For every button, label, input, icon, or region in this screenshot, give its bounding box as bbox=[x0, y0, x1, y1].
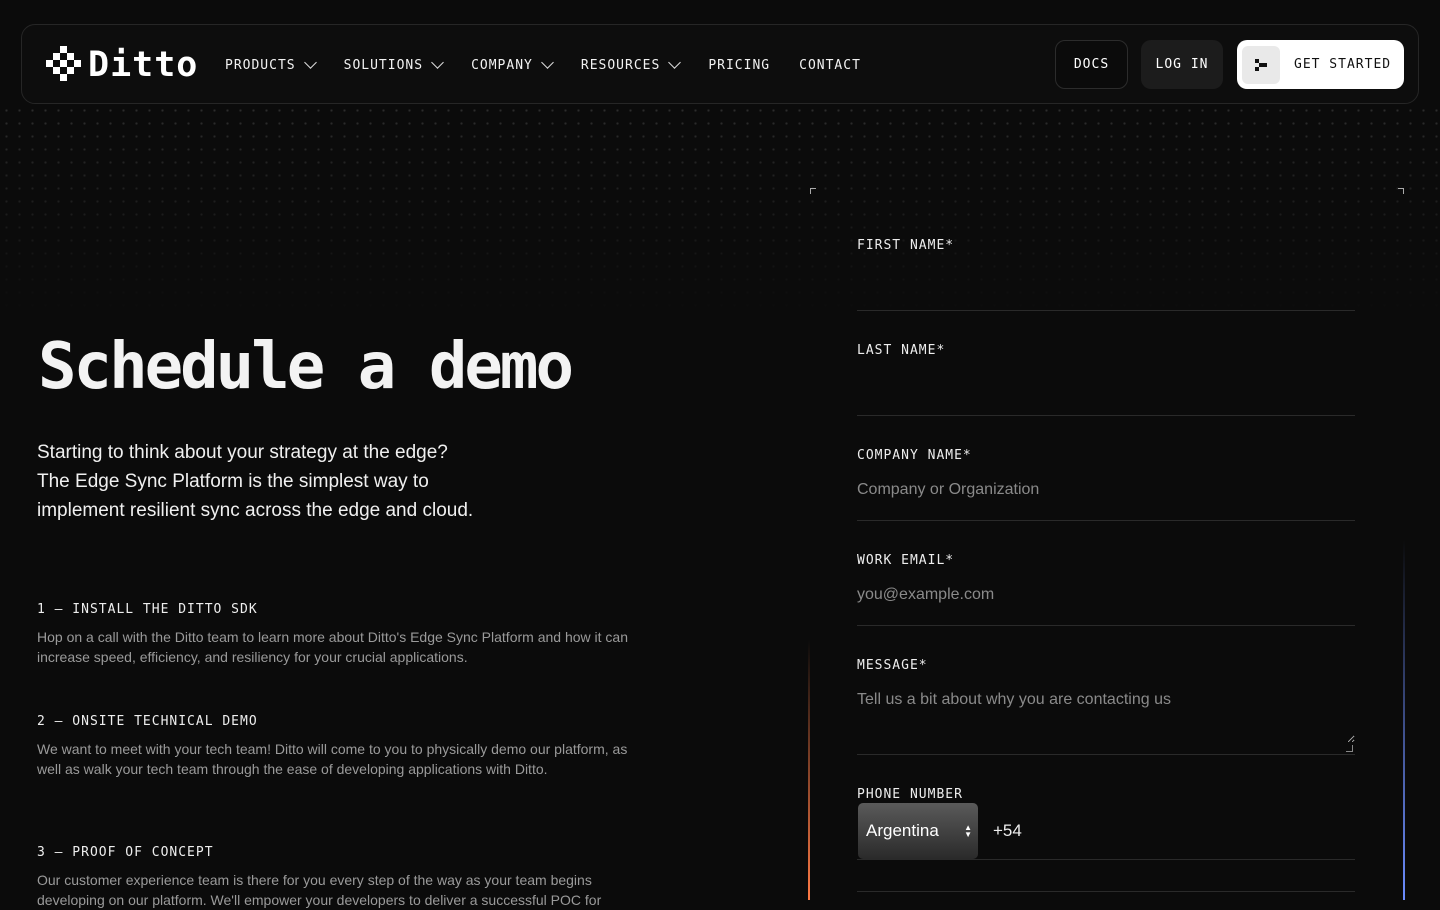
message-label: MESSAGE* bbox=[857, 658, 928, 673]
main-nav: PRODUCTS SOLUTIONS COMPANY RESOURCES PRI… bbox=[225, 25, 861, 105]
company-name-label: COMPANY NAME* bbox=[857, 448, 972, 463]
work-email-field: WORK EMAIL* bbox=[857, 553, 1355, 626]
nav-company[interactable]: COMPANY bbox=[471, 56, 554, 73]
step-1: 1 — INSTALL THE DITTO SDK Hop on a call … bbox=[37, 602, 637, 667]
page-title: Schedule a demo bbox=[38, 330, 574, 404]
last-name-field: LAST NAME* bbox=[857, 343, 1355, 416]
work-email-label: WORK EMAIL* bbox=[857, 553, 955, 568]
logo[interactable]: Ditto bbox=[46, 45, 198, 85]
nav-contact[interactable]: CONTACT bbox=[799, 58, 861, 73]
step-title: 2 — ONSITE TECHNICAL DEMO bbox=[37, 714, 258, 729]
get-started-button[interactable]: GET STARTED bbox=[1237, 40, 1404, 89]
message-field: MESSAGE* bbox=[857, 658, 1355, 755]
phone-input-row: Argentina ▲ ▼ +54 bbox=[857, 803, 1355, 860]
first-name-field: FIRST NAME* bbox=[857, 238, 1355, 311]
docs-button[interactable]: DOCS bbox=[1055, 40, 1128, 89]
nav-products[interactable]: PRODUCTS bbox=[225, 56, 317, 73]
dial-code[interactable]: +54 bbox=[993, 821, 1022, 841]
step-2: 2 — ONSITE TECHNICAL DEMO We want to mee… bbox=[37, 714, 637, 779]
chevron-down-icon bbox=[431, 56, 444, 69]
message-textarea[interactable] bbox=[857, 691, 1355, 743]
nav-pricing[interactable]: PRICING bbox=[708, 58, 770, 73]
step-title: 1 — INSTALL THE DITTO SDK bbox=[37, 602, 258, 617]
nav-solutions[interactable]: SOLUTIONS bbox=[344, 56, 444, 73]
logo-wordmark: Ditto bbox=[88, 45, 199, 85]
form-divider bbox=[857, 891, 1355, 892]
company-name-input[interactable] bbox=[857, 481, 1355, 499]
last-name-label: LAST NAME* bbox=[857, 343, 946, 358]
resize-handle-icon[interactable] bbox=[1346, 745, 1353, 752]
form-corner-left bbox=[810, 188, 816, 194]
phone-label: PHONE NUMBER bbox=[857, 787, 963, 802]
orange-accent-line bbox=[808, 640, 810, 900]
phone-field: PHONE NUMBER bbox=[857, 787, 1355, 803]
select-arrows-icon: ▲ ▼ bbox=[964, 823, 972, 839]
step-body: Hop on a call with the Ditto team to lea… bbox=[37, 629, 628, 665]
first-name-label: FIRST NAME* bbox=[857, 238, 955, 253]
nav-resources[interactable]: RESOURCES bbox=[581, 56, 682, 73]
step-title: 3 — PROOF OF CONCEPT bbox=[37, 845, 214, 860]
chevron-down-icon bbox=[541, 56, 554, 69]
step-body: We want to meet with your tech team! Dit… bbox=[37, 741, 628, 777]
chevron-down-icon bbox=[668, 56, 682, 69]
step-body: Our customer experience team is there fo… bbox=[37, 872, 602, 908]
country-select[interactable]: Argentina ▲ ▼ bbox=[858, 803, 978, 859]
step-3: 3 — PROOF OF CONCEPT Our customer experi… bbox=[37, 845, 637, 910]
ditto-logo-icon bbox=[46, 46, 82, 84]
chevron-down-icon bbox=[303, 56, 317, 69]
ditto-mini-logo-icon bbox=[1242, 45, 1280, 84]
form-corner-right bbox=[1398, 188, 1404, 194]
company-name-field: COMPANY NAME* bbox=[857, 448, 1355, 521]
top-navbar: Ditto PRODUCTS SOLUTIONS COMPANY RESOURC… bbox=[21, 24, 1419, 104]
login-button[interactable]: LOG IN bbox=[1141, 40, 1223, 89]
intro-text: Starting to think about your strategy at… bbox=[37, 442, 474, 521]
last-name-input[interactable] bbox=[857, 376, 1355, 394]
blue-accent-line bbox=[1403, 540, 1405, 900]
work-email-input[interactable] bbox=[857, 586, 1355, 604]
first-name-input[interactable] bbox=[857, 271, 1355, 289]
